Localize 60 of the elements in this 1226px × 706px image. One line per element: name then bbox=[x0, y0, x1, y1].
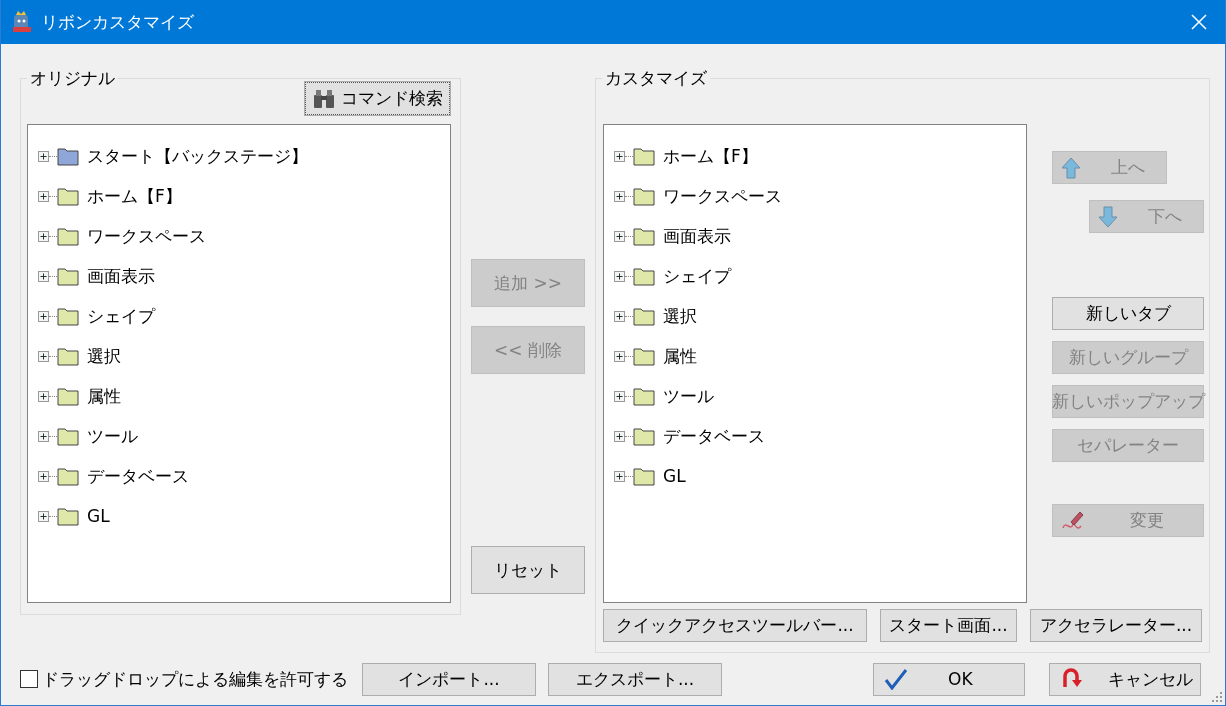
file-button[interactable]: インポート... bbox=[362, 662, 536, 696]
pencil-scribble-icon bbox=[1061, 509, 1085, 532]
expand-icon[interactable] bbox=[614, 270, 625, 282]
group-title: カスタマイズ bbox=[602, 67, 710, 89]
tree-item[interactable]: GL bbox=[663, 466, 686, 486]
resize-grip-icon[interactable] bbox=[1212, 692, 1222, 702]
expand-icon[interactable] bbox=[614, 350, 625, 362]
tree-item[interactable]: GL bbox=[87, 506, 110, 526]
expand-icon[interactable] bbox=[38, 150, 49, 162]
tree-item[interactable]: シェイプ bbox=[87, 304, 155, 328]
tree-item[interactable]: 属性 bbox=[87, 384, 121, 408]
settings-button[interactable]: アクセラレーター... bbox=[1030, 609, 1202, 642]
tree-item[interactable]: 選択 bbox=[87, 344, 121, 368]
expand-icon[interactable] bbox=[38, 270, 49, 282]
tree-item[interactable]: ツール bbox=[87, 424, 138, 448]
expand-icon[interactable] bbox=[614, 150, 625, 162]
tree-item[interactable]: ホーム【F】 bbox=[663, 144, 758, 168]
checkmark-icon bbox=[884, 668, 908, 690]
expand-icon[interactable] bbox=[614, 190, 625, 202]
expand-icon[interactable] bbox=[38, 510, 49, 522]
ok-button[interactable]: OK bbox=[873, 662, 1025, 696]
file-button[interactable]: エクスポート... bbox=[548, 662, 722, 696]
expand-icon[interactable] bbox=[38, 350, 49, 362]
expand-icon[interactable] bbox=[38, 310, 49, 322]
tree-item[interactable]: ワークスペース bbox=[663, 184, 782, 208]
app-icon bbox=[12, 11, 32, 33]
transfer-button[interactable]: リセット bbox=[471, 546, 585, 594]
expand-icon[interactable] bbox=[614, 230, 625, 242]
cancel-button[interactable]: キャンセル bbox=[1049, 662, 1201, 696]
expand-icon[interactable] bbox=[614, 390, 625, 402]
window-title: リボンカスタマイズ bbox=[41, 10, 194, 34]
close-icon[interactable] bbox=[1191, 14, 1207, 30]
expand-icon[interactable] bbox=[38, 470, 49, 482]
checkbox-label: ドラッグドロップによる編集を許可する bbox=[42, 667, 348, 691]
settings-button[interactable]: クイックアクセスツールバー... bbox=[603, 609, 867, 642]
expand-icon[interactable] bbox=[614, 470, 625, 482]
expand-icon[interactable] bbox=[38, 390, 49, 402]
tree-item[interactable]: 画面表示 bbox=[87, 264, 155, 288]
tree-item[interactable]: 画面表示 bbox=[663, 224, 731, 248]
down-arrow-icon bbox=[1098, 205, 1118, 228]
expand-icon[interactable] bbox=[614, 310, 625, 322]
expand-icon[interactable] bbox=[38, 430, 49, 442]
tree-item[interactable]: データベース bbox=[87, 464, 189, 488]
tree-item[interactable]: 選択 bbox=[663, 304, 697, 328]
binoculars-icon bbox=[312, 88, 335, 109]
expand-icon[interactable] bbox=[38, 230, 49, 242]
tree-item[interactable]: ホーム【F】 bbox=[87, 184, 182, 208]
side-button[interactable]: 新しいタブ bbox=[1052, 297, 1204, 330]
tree-item[interactable]: データベース bbox=[663, 424, 765, 448]
expand-icon[interactable] bbox=[614, 430, 625, 442]
tree-item[interactable]: スタート【バックステージ】 bbox=[87, 144, 308, 168]
tree-item[interactable]: シェイプ bbox=[663, 264, 731, 288]
up-arrow-icon bbox=[1061, 156, 1081, 179]
tree-item[interactable]: ワークスペース bbox=[87, 224, 206, 248]
command-search-button[interactable]: コマンド検索 bbox=[305, 82, 450, 115]
expand-icon[interactable] bbox=[38, 190, 49, 202]
checkbox[interactable] bbox=[20, 670, 38, 688]
settings-button[interactable]: スタート画面... bbox=[880, 609, 1017, 642]
tree-item[interactable]: ツール bbox=[663, 384, 714, 408]
tree-item[interactable]: 属性 bbox=[663, 344, 697, 368]
